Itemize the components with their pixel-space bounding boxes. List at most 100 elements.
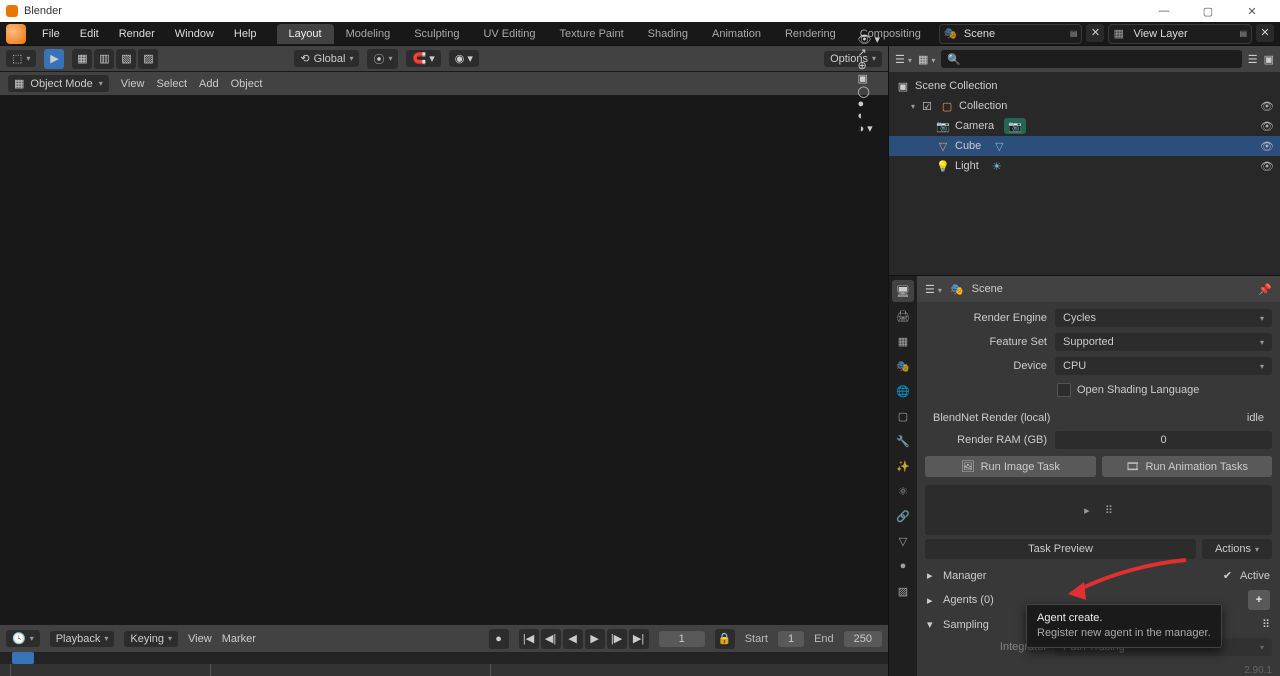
timeline-track[interactable] [0, 652, 888, 664]
viewlayer-selector[interactable]: ▦ ▤ [1108, 24, 1252, 44]
scene-selector[interactable]: 🎭 ▤ [939, 24, 1083, 44]
viewlayer-name-input[interactable] [1133, 28, 1233, 40]
osl-checkbox[interactable]: Open Shading Language [1055, 383, 1272, 397]
shading-wire-icon[interactable]: ◯ [857, 85, 880, 98]
tab-layout[interactable]: Layout [277, 24, 334, 44]
scene-name-input[interactable] [964, 28, 1064, 40]
outliner-collection[interactable]: ▾ ☑ ▢ Collection 👁 [889, 96, 1280, 116]
vp-menu-object[interactable]: Object [231, 78, 263, 90]
window-maximize-button[interactable]: ▢ [1186, 0, 1230, 22]
ptab-object[interactable]: ▢ [892, 405, 914, 427]
proportional-dropdown[interactable]: ◉ ▾ [449, 50, 479, 67]
timeline-editor-selector[interactable]: 🕓 ▾ [6, 630, 40, 647]
add-agent-button[interactable]: + [1248, 590, 1270, 610]
ptab-render[interactable]: 🖥 [892, 280, 914, 302]
actions-dropdown[interactable]: Actions▾ [1202, 539, 1272, 559]
device-dropdown[interactable]: CPU▾ [1055, 357, 1272, 375]
window-close-button[interactable]: ✕ [1230, 0, 1274, 22]
outliner-item-light[interactable]: 💡 Light ☀ 👁 [889, 156, 1280, 176]
ptab-data[interactable]: ▽ [892, 530, 914, 552]
keying-menu[interactable]: Keying ▾ [124, 631, 178, 647]
menu-file[interactable]: File [32, 24, 70, 44]
play-rev-icon[interactable]: ◀ [563, 629, 583, 649]
render-ram-field[interactable]: 0 [1055, 431, 1272, 449]
feature-set-dropdown[interactable]: Supported▾ [1055, 333, 1272, 351]
tab-sculpting[interactable]: Sculpting [402, 24, 471, 44]
outliner-display-mode[interactable]: ▦ ▾ [918, 53, 935, 66]
blender-icon[interactable] [6, 24, 26, 44]
ptab-output[interactable]: 🖨 [892, 305, 914, 327]
jump-end-icon[interactable]: ▶| [629, 629, 649, 649]
ptab-particle[interactable]: ✨ [892, 455, 914, 477]
vp-menu-select[interactable]: Select [156, 78, 187, 90]
ptab-constraint[interactable]: 🔗 [892, 505, 914, 527]
visibility-icon[interactable]: 👁 ▾ [857, 33, 880, 46]
visibility-eye-icon[interactable]: 👁 [1260, 100, 1274, 113]
new-collection-icon[interactable]: ▣ [1264, 53, 1274, 66]
ptab-texture[interactable]: ▨ [892, 580, 914, 602]
ptab-scene[interactable]: 🎭 [892, 355, 914, 377]
pin-icon[interactable]: 📌 [1258, 283, 1272, 296]
task-preview-button[interactable]: Task Preview [925, 539, 1196, 559]
disclosure-icon[interactable]: ▾ [911, 102, 915, 111]
vp-menu-add[interactable]: Add [199, 78, 219, 90]
overlay-toggle-icon[interactable]: ⊕ [857, 59, 880, 72]
jump-start-icon[interactable]: |◀ [519, 629, 539, 649]
outliner-item-camera[interactable]: 📷 Camera 📷 👁 [889, 116, 1280, 136]
scene-delete-button[interactable]: ✕ [1086, 24, 1104, 42]
gizmo-toggle-icon[interactable]: ↗ [857, 46, 880, 59]
visibility-eye-icon[interactable]: 👁 [1260, 160, 1274, 173]
viewlayer-delete-button[interactable]: ✕ [1256, 24, 1274, 42]
ptab-modifier[interactable]: 🔧 [892, 430, 914, 452]
timeline-view-menu[interactable]: View [188, 633, 212, 645]
playhead[interactable] [12, 652, 34, 664]
range-lock-icon[interactable]: 🔒 [715, 629, 735, 649]
menu-edit[interactable]: Edit [70, 24, 109, 44]
tab-modeling[interactable]: Modeling [334, 24, 403, 44]
playback-menu[interactable]: Playback ▾ [50, 631, 115, 647]
tab-uv-editing[interactable]: UV Editing [471, 24, 547, 44]
active-checkbox[interactable]: ✔ [1223, 569, 1232, 582]
visibility-eye-icon[interactable]: 👁 [1260, 120, 1274, 133]
play-fwd-icon[interactable]: ▶ [585, 629, 605, 649]
menu-help[interactable]: Help [224, 24, 267, 44]
outliner-search[interactable]: 🔍 [941, 50, 1241, 68]
render-engine-dropdown[interactable]: Cycles▾ [1055, 309, 1272, 327]
outliner-item-cube[interactable]: ▽ Cube ▽ 👁 [889, 136, 1280, 156]
extra-icon[interactable]: ▧ [116, 49, 136, 69]
cursor-tool-icon[interactable]: ▦ [72, 49, 92, 69]
filter-icon[interactable]: ☰ [1248, 53, 1258, 66]
layer-browse-icon[interactable]: ▤ [1239, 29, 1247, 38]
timeline-ruler[interactable] [0, 664, 888, 676]
next-key-icon[interactable]: |▶ [607, 629, 627, 649]
shading-solid-icon[interactable]: ● [857, 98, 880, 110]
autokey-icon[interactable]: ● [489, 629, 509, 649]
ptab-material[interactable]: ● [892, 555, 914, 577]
list-options-icon[interactable]: ⠿ [1262, 618, 1270, 631]
window-minimize-button[interactable]: — [1142, 0, 1186, 22]
vp-menu-view[interactable]: View [121, 78, 145, 90]
shading-matprev-icon[interactable]: ◐ [857, 110, 880, 122]
editor-type-selector[interactable]: ⬚ ▾ [6, 50, 36, 67]
run-image-task-button[interactable]: 🖼 Run Image Task [925, 456, 1096, 477]
outliner-scene-collection[interactable]: ▣ Scene Collection [889, 76, 1280, 96]
tab-rendering[interactable]: Rendering [773, 24, 848, 44]
select-box-icon[interactable]: ▶ [44, 49, 64, 69]
start-frame-field[interactable]: 1 [778, 631, 804, 647]
outliner-editor-selector[interactable]: ☰ ▾ [895, 53, 912, 66]
tab-shading[interactable]: Shading [636, 24, 700, 44]
end-frame-field[interactable]: 250 [844, 631, 882, 647]
manager-row[interactable]: ▸Manager ✔ Active [917, 565, 1280, 586]
current-frame-field[interactable]: 1 [659, 631, 705, 647]
tab-texture-paint[interactable]: Texture Paint [547, 24, 635, 44]
mode-selector[interactable]: ▦ Object Mode ▾ [8, 75, 109, 92]
ptab-world[interactable]: 🌐 [892, 380, 914, 402]
visibility-eye-icon[interactable]: 👁 [1260, 140, 1274, 153]
tab-animation[interactable]: Animation [700, 24, 773, 44]
snap-icon[interactable]: ▥ [94, 49, 114, 69]
menu-render[interactable]: Render [109, 24, 165, 44]
xray-icon[interactable]: ▣ [857, 72, 880, 85]
shading-render-icon[interactable]: ◑ ▾ [857, 122, 880, 135]
run-animation-tasks-button[interactable]: 🎞 Run Animation Tasks [1102, 456, 1273, 477]
timeline-marker-menu[interactable]: Marker [222, 633, 256, 645]
